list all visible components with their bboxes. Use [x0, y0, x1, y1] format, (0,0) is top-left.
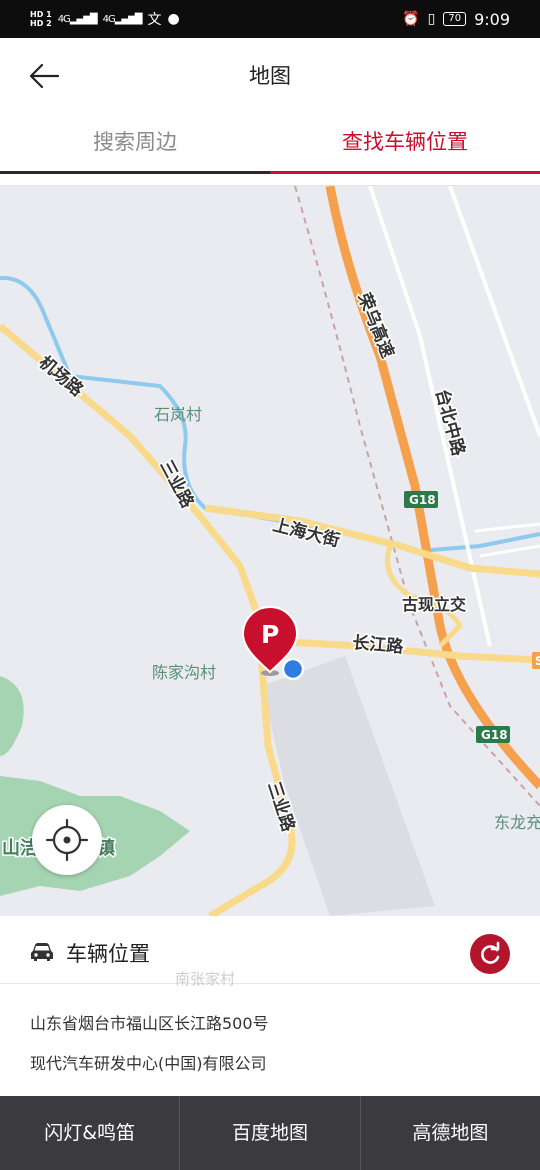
flash-horn-button[interactable]: 闪灯&鸣笛 — [0, 1096, 181, 1170]
panel-title: 车辆位置 — [66, 942, 150, 966]
label-g18-upper: G18 — [409, 493, 436, 507]
refresh-location-button[interactable] — [470, 934, 510, 974]
minor-road-2 — [448, 186, 540, 437]
bottom-action-bar: 闪灯&鸣笛 百度地图 高德地图 — [0, 1096, 540, 1170]
net2-label: 4G — [102, 13, 116, 25]
signal-icon-1: 4G▂▄▆█ — [57, 13, 98, 25]
app-bar: 地图 — [0, 38, 540, 112]
signal-icon-2: 4G▂▄▆█ — [102, 13, 143, 25]
clock: 9:09 — [474, 9, 510, 29]
panel-header: 车辆位置 — [0, 916, 540, 984]
changjiang-road — [269, 637, 540, 664]
page-title: 地图 — [249, 64, 291, 88]
tab-divider — [0, 174, 540, 186]
refresh-icon — [481, 941, 500, 964]
expressway — [325, 186, 540, 790]
green-area-left — [0, 676, 24, 756]
label-guxian-interchange: 古现立交 — [402, 595, 466, 614]
label-g18-lower: G18 — [481, 728, 508, 742]
vehicle-location-dot — [281, 657, 305, 681]
minor-road-3 — [474, 522, 540, 533]
minor-road-4 — [479, 544, 540, 558]
amap-button[interactable]: 高德地图 — [361, 1096, 540, 1170]
crosshair-icon — [45, 818, 89, 862]
battery-icon: 70 — [443, 12, 467, 26]
net1-label: 4G — [57, 13, 71, 25]
label-donglong: 东龙充 — [494, 813, 540, 832]
status-left: HD 1 HD 2 4G▂▄▆█ 4G▂▄▆█ 文 ● — [30, 0, 180, 38]
label-taibei-middle-road: 台北中路 — [431, 387, 469, 459]
label-rongwu-expressway: 荣乌高速 — [353, 289, 398, 361]
label-s-marker: S — [535, 654, 540, 668]
label-sanye-road-upper: 三业路 — [156, 456, 199, 512]
status-bar: HD 1 HD 2 4G▂▄▆█ 4G▂▄▆█ 文 ● ⏰ ▯ 70 9:09 — [0, 0, 540, 38]
label-chenjiagou-village: 陈家沟村 — [152, 663, 216, 682]
alarm-icon: ⏰ — [402, 11, 420, 27]
status-right: ⏰ ▯ 70 9:09 — [402, 0, 510, 38]
car-icon — [31, 943, 53, 961]
baidu-map-button[interactable]: 百度地图 — [180, 1096, 361, 1170]
tab-bar: 搜索周边 查找车辆位置 — [0, 112, 540, 174]
sim-hd-indicator: HD 1 HD 2 — [30, 10, 52, 28]
vibrate-icon: ▯ — [427, 11, 436, 27]
label-nanzhang-village: 南张家村 — [175, 970, 236, 988]
label-shilan-village: 石岚村 — [154, 405, 202, 424]
hd1-label: HD 1 — [30, 10, 52, 19]
address-line-2: 现代汽车研发中心(中国)有限公司 — [30, 1054, 267, 1073]
wechat-icon: ● — [167, 11, 180, 27]
campus-block — [262, 656, 435, 916]
tab-search-nearby[interactable]: 搜索周边 — [0, 112, 270, 174]
address-line-1: 山东省烟台市福山区长江路500号 — [30, 1014, 269, 1033]
translate-icon: 文 — [147, 12, 162, 28]
label-changjiang-road: 长江路 — [352, 632, 406, 657]
locate-me-button[interactable] — [32, 805, 102, 875]
hd2-label: HD 2 — [30, 19, 52, 28]
vehicle-location-panel: 车辆位置 山东省烟台市福山区长江路500号 现代汽车研发中心(中国)有限公司 — [0, 916, 540, 1096]
tab-find-vehicle[interactable]: 查找车辆位置 — [270, 112, 540, 174]
shanghai-street — [204, 504, 540, 578]
pin-letter: P — [261, 620, 279, 649]
